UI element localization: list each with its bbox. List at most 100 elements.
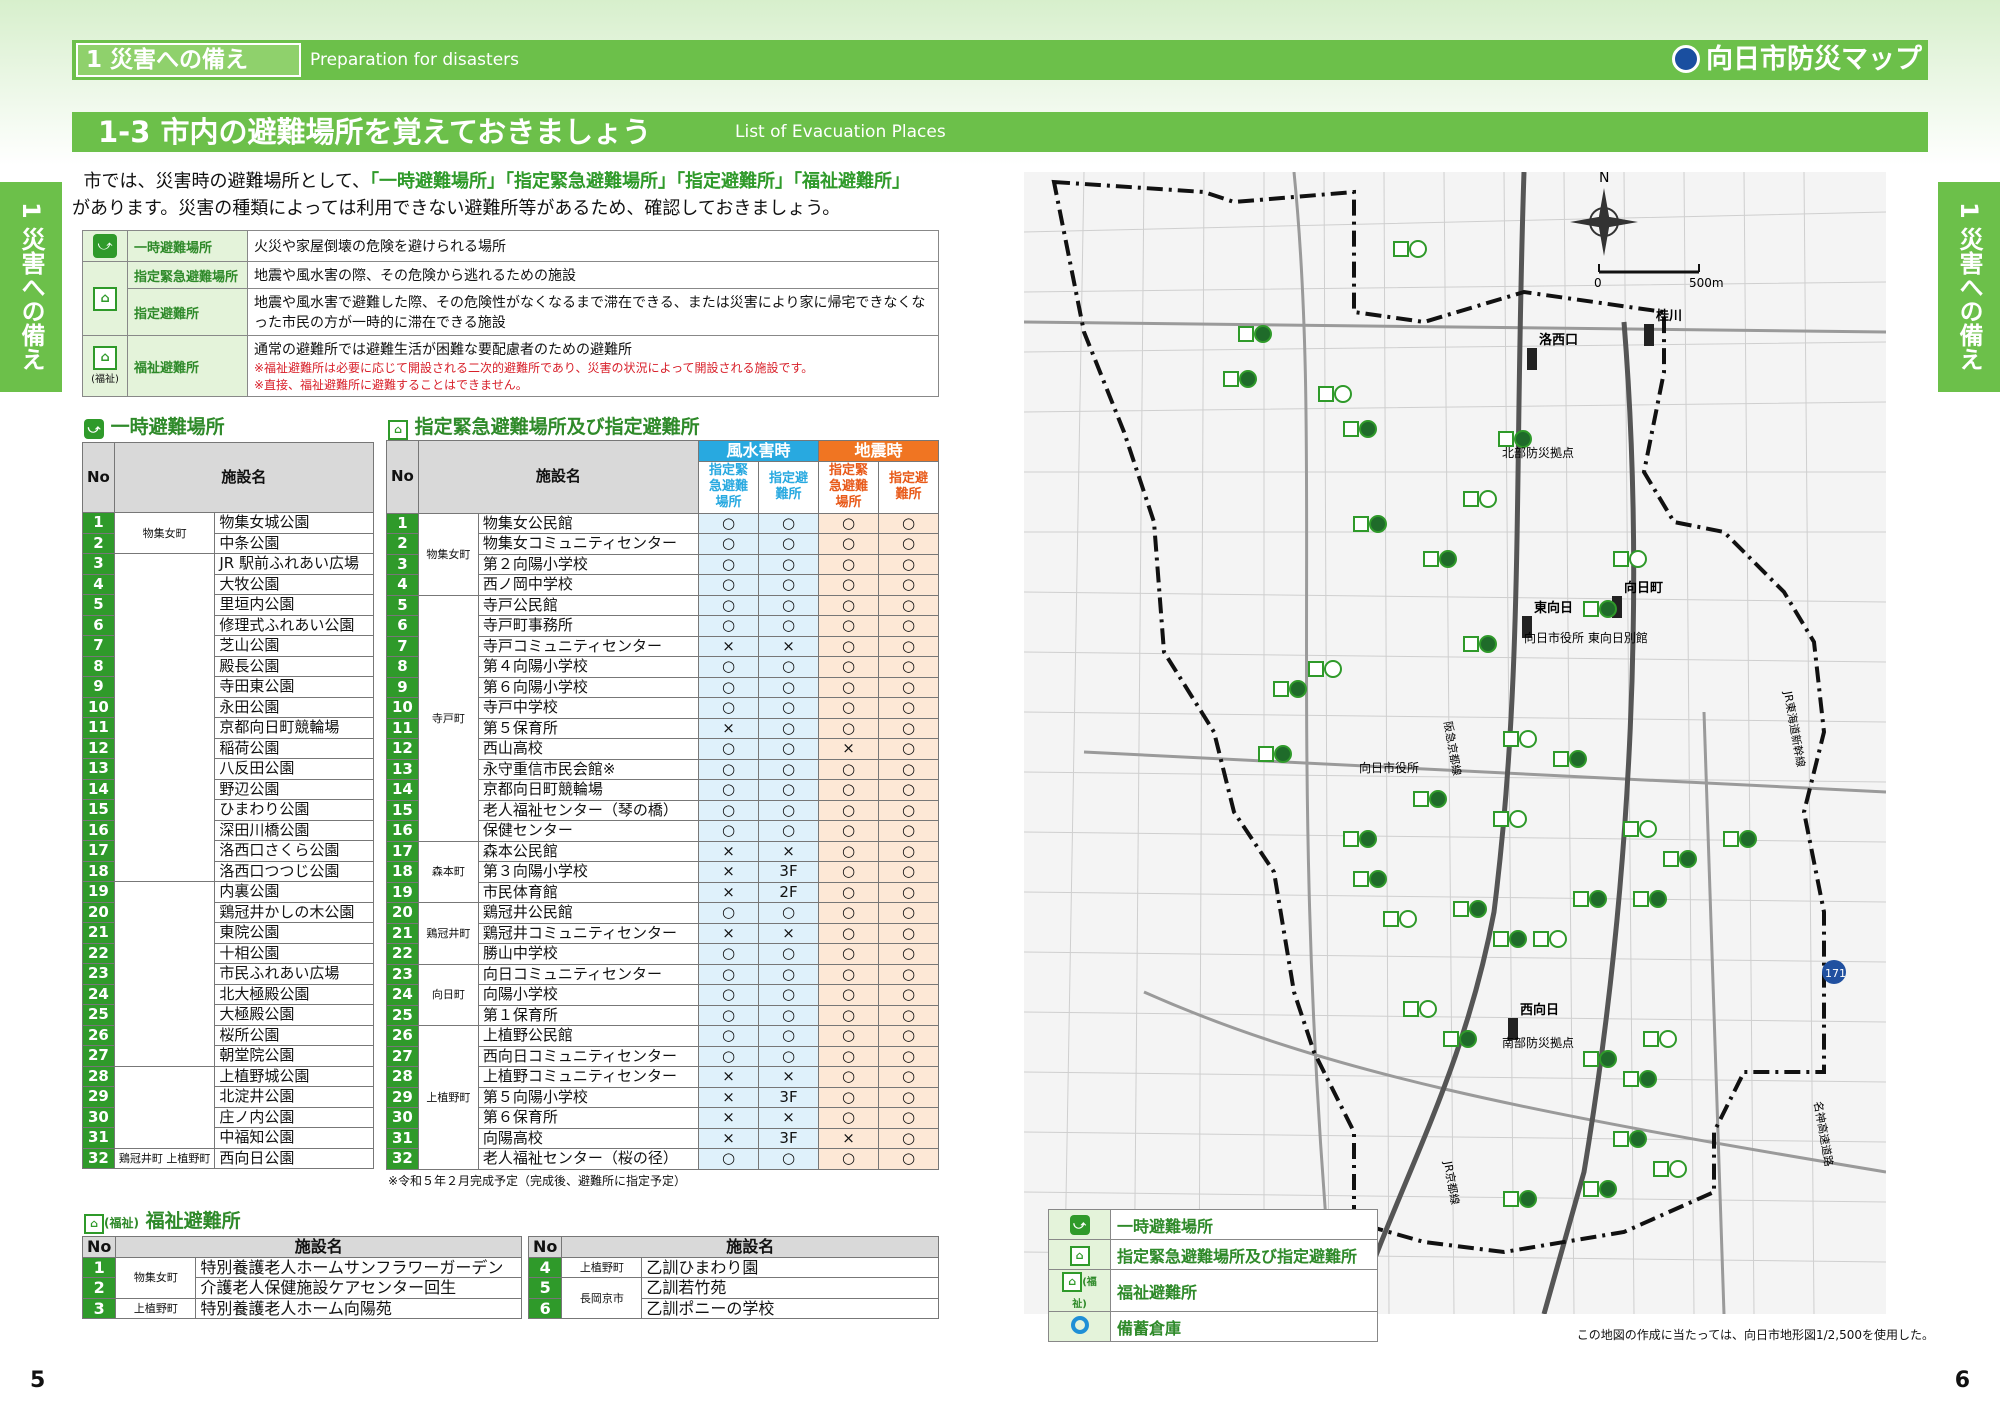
- quake-shelter-value: ○: [878, 533, 939, 555]
- facility-name: 野辺公園: [214, 778, 374, 800]
- wind-emerg-value: ×: [698, 1127, 759, 1149]
- welfare-col-name-right: 施設名: [561, 1236, 939, 1258]
- quake-emerg-value: ○: [818, 779, 879, 801]
- wind-shelter-value: 2F: [758, 881, 819, 903]
- wind-emerg-value: ○: [698, 512, 759, 534]
- table-row: 3 上植野町 特別養護老人ホーム向陽苑: [81, 1297, 522, 1319]
- shelter-col-no: No: [386, 440, 419, 514]
- facility-name: 西山高校: [477, 738, 700, 760]
- row-number: 4: [82, 573, 115, 595]
- wind-emerg-value: ○: [698, 1025, 759, 1047]
- table-row: 1 物集女町 物集女公民館 ○ ○ ○ ○: [386, 512, 939, 596]
- facility-name: 乙訓若竹苑: [641, 1277, 939, 1299]
- facility-name: 勝山中学校: [477, 943, 700, 965]
- wind-emerg-value: ×: [698, 861, 759, 883]
- station-label: 桂川: [1655, 308, 1682, 324]
- row-number: 25: [82, 1004, 115, 1026]
- wind-shelter-value: ○: [758, 717, 819, 739]
- map-legend-temp: 一時避難場所: [1110, 1209, 1378, 1240]
- welfare-heading-text: 福祉避難所: [145, 1210, 241, 1232]
- quake-shelter-value: ○: [878, 861, 939, 883]
- welfare-col-name: 施設名: [115, 1236, 522, 1258]
- row-number: 18: [386, 861, 419, 883]
- row-number: 1: [81, 1256, 117, 1278]
- scale-zero: 0: [1594, 276, 1602, 290]
- facility-name: 乙訓ひまわり園: [641, 1256, 939, 1278]
- quake-shelter-value: ○: [878, 820, 939, 842]
- quake-emerg-value: ○: [818, 574, 879, 596]
- wind-emerg-value: ×: [698, 717, 759, 739]
- row-number: 16: [386, 820, 419, 842]
- wind-shelter-value: ○: [758, 758, 819, 780]
- evacuation-map[interactable]: N 0 500m 洛西口 桂川 東向日 向日町 西向日 阪急京都線 JR東海道新幹線 JR京都…: [1024, 172, 1886, 1314]
- facility-name: 中福知公園: [214, 1127, 374, 1149]
- row-number: 32: [386, 1148, 419, 1170]
- route-171-label: 171: [1825, 967, 1846, 980]
- facility-name: 深田川橋公園: [214, 819, 374, 841]
- wind-emerg-value: ○: [698, 676, 759, 698]
- east-hall-label: 向日市役所 東向日別館: [1524, 630, 1648, 645]
- quake-emerg-value: ○: [818, 1086, 879, 1108]
- map-title: 向日市防災マップ: [1672, 42, 1922, 78]
- facility-name: 向日コミュニティセンター: [477, 963, 700, 985]
- wind-emerg-value: ○: [698, 799, 759, 821]
- quake-shelter-value: ○: [878, 1127, 939, 1149]
- facility-name: 第４向陽小学校: [477, 656, 700, 678]
- facility-name: 西向日コミュニティセンター: [477, 1045, 700, 1067]
- row-number: 26: [386, 1025, 419, 1047]
- quake-shelter-value: ○: [878, 1004, 939, 1026]
- quake-shelter-value: ○: [878, 635, 939, 657]
- row-number: 8: [82, 655, 115, 677]
- row-number: 14: [386, 779, 419, 801]
- facility-name: 鶏冠井公民館: [477, 902, 700, 924]
- shelter-table: No 施設名 風水害時 地震時 指定緊急避難場所 指定避難所 指定緊急避難場所 …: [386, 440, 939, 1170]
- north-label: N: [1599, 172, 1609, 186]
- wind-shelter-value: ×: [758, 840, 819, 862]
- area-name: [113, 1065, 216, 1149]
- south-base-label: 南部防災拠点: [1502, 1035, 1574, 1050]
- row-number: 6: [527, 1297, 563, 1319]
- quake-shelter-value: ○: [878, 1025, 939, 1047]
- legend-welfare-icon-cell: ⌂ (福祉): [82, 335, 128, 397]
- row-number: 30: [82, 1106, 115, 1128]
- row-number: 28: [386, 1066, 419, 1088]
- wind-shelter-value: ○: [758, 533, 819, 555]
- area-name: [113, 881, 216, 1067]
- scale-500: 500m: [1689, 276, 1724, 290]
- quake-emerg-value: ○: [818, 717, 879, 739]
- wind-shelter-value: ○: [758, 779, 819, 801]
- wind-emerg-value: ×: [698, 922, 759, 944]
- shelter-note: ※令和５年２月完成予定（完成後、避難所に指定予定）: [388, 1174, 687, 1188]
- wind-shelter-value: ×: [758, 1066, 819, 1088]
- wind-shelter-value: ○: [758, 1045, 819, 1067]
- legend-temp-label: 一時避難場所: [127, 230, 248, 262]
- map-title-text: 向日市防災マップ: [1706, 44, 1922, 75]
- wind-emerg-value: ×: [698, 1066, 759, 1088]
- facility-name: 東院公園: [214, 922, 374, 944]
- quake-shelter-value: ○: [878, 1148, 939, 1170]
- map-legend-welfare: 福祉避難所: [1110, 1269, 1378, 1312]
- wind-shelter-value: ○: [758, 799, 819, 821]
- wind-shelter-value: ○: [758, 656, 819, 678]
- quake-emerg-value: ○: [818, 676, 879, 698]
- wind-shelter-value: ○: [758, 738, 819, 760]
- temp-heading-text: 一時避難場所: [110, 416, 225, 438]
- wind-emerg-value: ×: [698, 1086, 759, 1108]
- facility-name: 寺戸町事務所: [477, 615, 700, 637]
- wind-emerg-value: ○: [698, 533, 759, 555]
- facility-name: 北大極殿公園: [214, 983, 374, 1005]
- quake-emerg-value: ○: [818, 1148, 879, 1170]
- row-number: 31: [386, 1127, 419, 1149]
- facility-name: 保健センター: [477, 820, 700, 842]
- facility-name: ひまわり公園: [214, 799, 374, 821]
- legend-emerg-label: 指定緊急避難場所: [127, 261, 248, 289]
- area-name: 物集女町: [113, 512, 216, 554]
- area-name: 上植野町: [417, 1025, 479, 1170]
- wind-emerg-value: ○: [698, 902, 759, 924]
- facility-name: 寺戸公民館: [477, 594, 700, 616]
- running-person-icon: ⤻: [84, 419, 104, 439]
- quake-emerg-value: ○: [818, 984, 879, 1006]
- facility-name: 寺田東公園: [214, 676, 374, 698]
- type-legend-table: ⤻ 一時避難場所 火災や家屋倒壊の危険を避けられる場所 ⌂ 指定緊急避難場所 地…: [82, 230, 939, 397]
- wind-shelter-value: ○: [758, 594, 819, 616]
